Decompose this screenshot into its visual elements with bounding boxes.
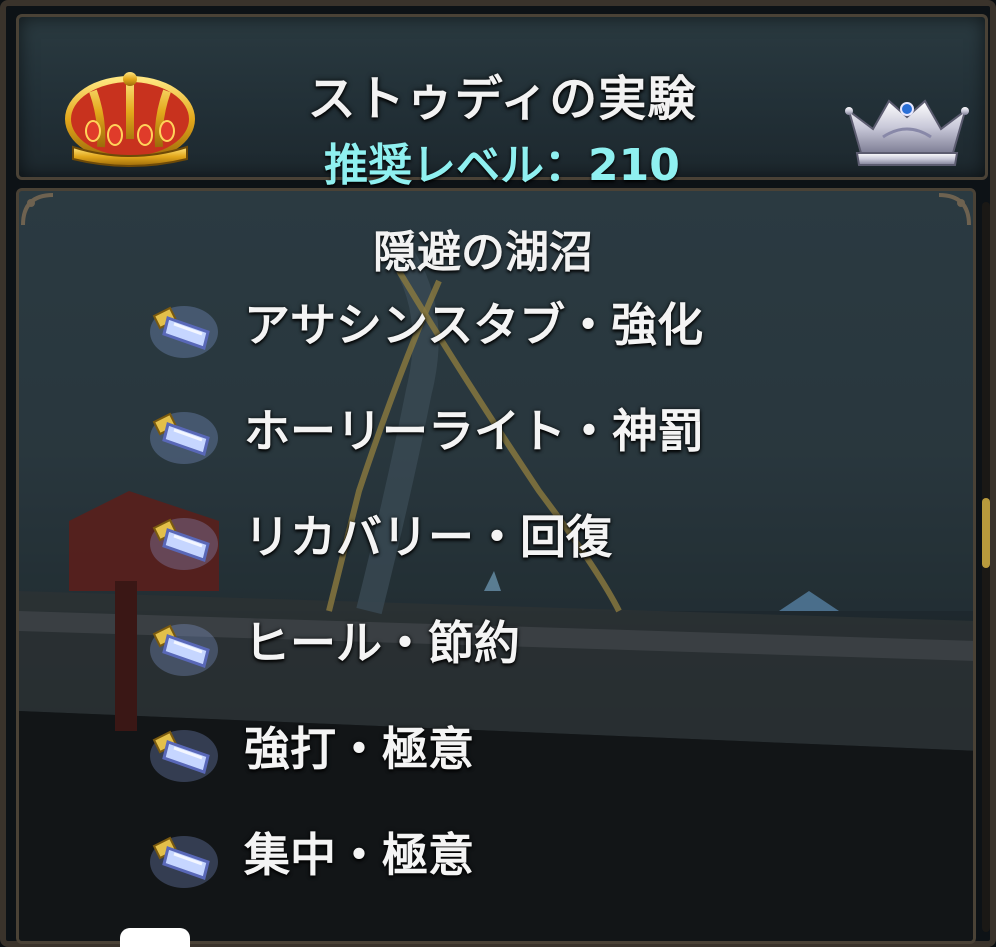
crystal-scroll-icon <box>150 518 218 570</box>
recommended-level: 推奨レベル：210 <box>324 140 680 191</box>
crystal-scroll-icon <box>150 306 218 358</box>
skill-item[interactable]: アサシンスタブ・強化 <box>146 290 906 396</box>
stage-header: ストゥディの実験 推奨レベル：210 <box>16 14 988 191</box>
scrollbar-thumb[interactable] <box>982 498 990 568</box>
skill-item[interactable]: ホーリーライト・神罰 <box>146 396 906 502</box>
skill-item[interactable]: 強打・極意 <box>146 714 906 820</box>
skill-label: 強打・極意 <box>244 722 474 776</box>
skill-item[interactable]: 集中・極意 <box>146 820 906 926</box>
crystal-scroll-icon <box>150 412 218 464</box>
skill-label: アサシンスタブ・強化 <box>244 298 704 352</box>
area-title: 隠避の湖沼 <box>373 227 593 278</box>
skill-label: ホーリーライト・神罰 <box>244 404 704 458</box>
crystal-scroll-icon <box>150 730 218 782</box>
skill-item[interactable]: ヒール・節約 <box>146 608 906 714</box>
skill-label: 集中・極意 <box>244 828 474 882</box>
skill-list: アサシンスタブ・強化 ホーリーライト・神罰 リカバリー・回復 ヒール・節約 強打… <box>146 290 906 926</box>
skill-label: リカバリー・回復 <box>244 510 612 564</box>
skill-label: ヒール・節約 <box>244 616 520 670</box>
bottom-tab-handle[interactable] <box>120 928 190 947</box>
skill-item[interactable]: リカバリー・回復 <box>146 502 906 608</box>
dialog-frame: ストゥディの実験 推奨レベル：210 隠避の湖沼 アサシンスタブ・強化 ホーリー… <box>0 0 996 947</box>
silver-crown-icon <box>845 99 969 166</box>
crystal-scroll-icon <box>150 836 218 888</box>
stage-title: ストゥディの実験 <box>307 71 697 127</box>
crystal-scroll-icon <box>150 624 218 676</box>
